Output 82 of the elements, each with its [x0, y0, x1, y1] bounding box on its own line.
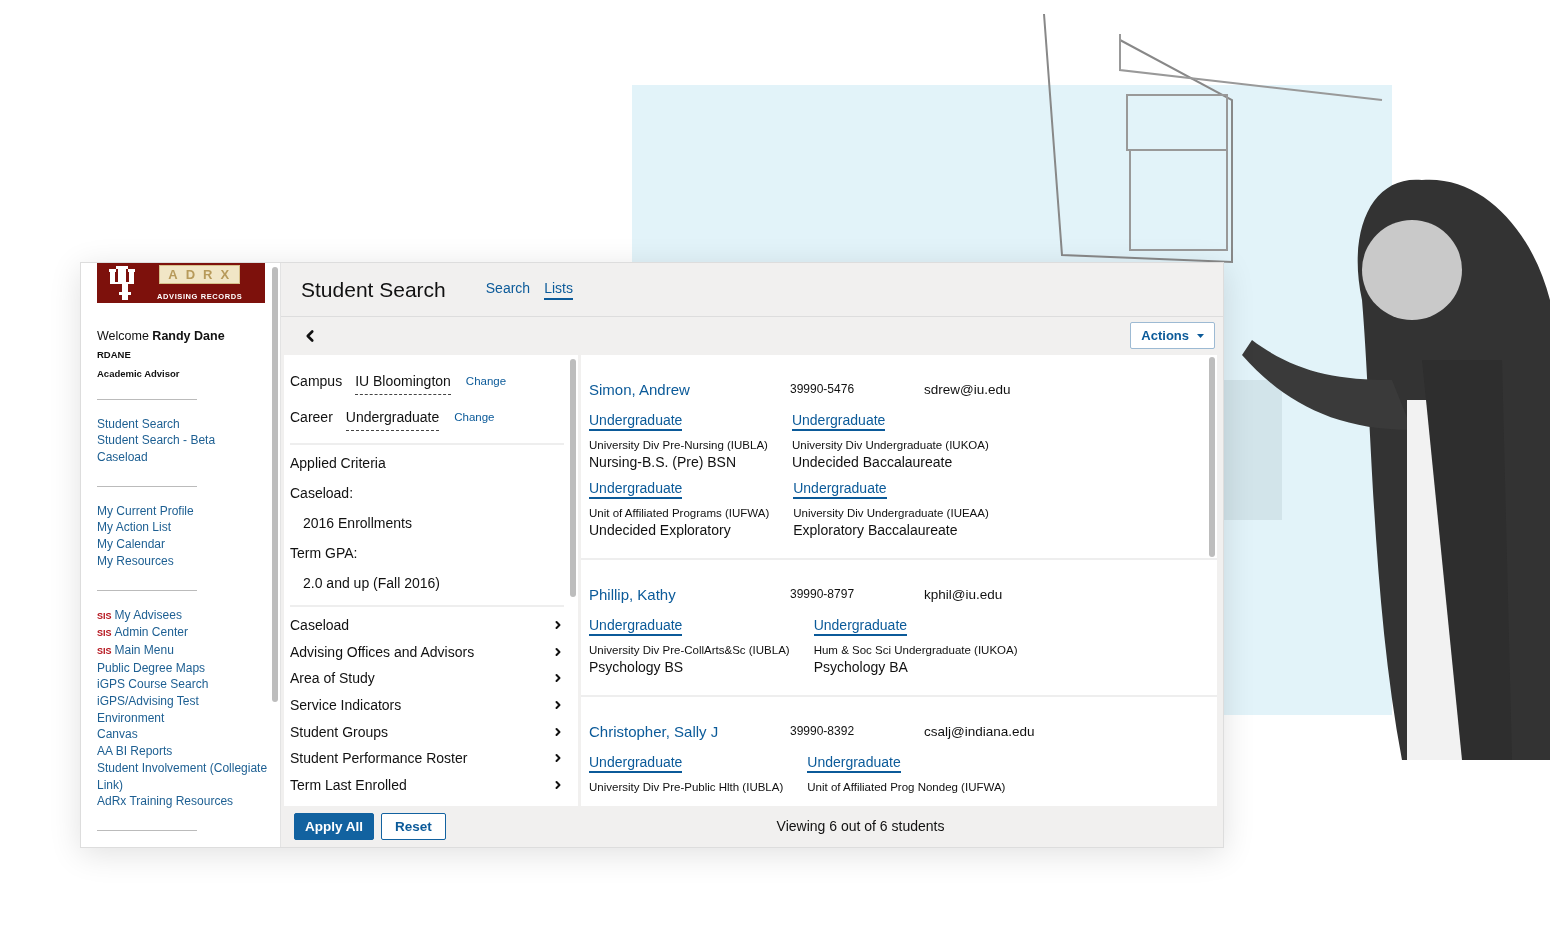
student-name[interactable]: Christopher, Sally J — [589, 722, 790, 740]
reset-button[interactable]: Reset — [381, 812, 446, 840]
filter-category[interactable]: Caseload — [290, 611, 564, 639]
change-link[interactable]: Change — [465, 372, 507, 387]
change-link[interactable]: Change — [454, 408, 495, 423]
program-org: University Div Undergraduate (IUEAA) — [793, 506, 989, 519]
student-id: 39990-5476 — [790, 382, 856, 397]
sidebar-link[interactable]: My Calendar — [97, 536, 269, 553]
career-link[interactable]: Undergraduate — [813, 616, 908, 636]
tab[interactable]: Search — [485, 279, 531, 300]
program-org: Unit of Affiliated Prog Nondeg (IUFWA) — [807, 780, 1006, 793]
sidebar-link[interactable]: My Resources — [97, 552, 269, 570]
career-link[interactable]: Undergraduate — [589, 411, 683, 431]
sidebar-link[interactable]: Caseload — [97, 449, 269, 466]
apply-all-button[interactable]: Apply All — [294, 812, 374, 840]
filter-category[interactable]: Student Performance Roster — [290, 745, 564, 772]
sidebar-link[interactable]: My Current Profile — [97, 502, 269, 520]
program-org: Unit of Affiliated Programs (IUFWA) — [589, 506, 770, 519]
sidebar-link[interactable]: SIS My Advisees — [97, 606, 269, 625]
criteria-label: Term GPA: — [290, 544, 359, 561]
result-count: Viewing 6 out of 6 students — [776, 818, 945, 835]
field-value: Undergraduate — [345, 408, 440, 431]
filter-category[interactable]: Service Indicators — [290, 691, 564, 719]
program-org: University Div Pre-Nursing (IUBLA) — [589, 438, 768, 451]
program-plan: Exploratory Baccalaureate — [793, 521, 958, 538]
student-id: 39990-8392 — [790, 724, 856, 739]
filter-category[interactable]: Term Last Enrolled — [290, 771, 564, 799]
filter-category[interactable]: Student Groups — [290, 718, 564, 746]
sidebar-link[interactable]: AdRx Training Resources — [97, 793, 269, 810]
student-email: csalj@indiana.edu — [924, 723, 1036, 739]
field-label: Career — [290, 408, 333, 425]
program-org: University Div Pre-Public Hlth (IUBLA) — [589, 780, 784, 793]
sidebar-link[interactable]: SIS Admin Center — [97, 624, 269, 642]
program-plan: Nursing-B.S. (Pre) BSN — [589, 453, 737, 470]
criteria-title: Applied Criteria — [290, 454, 387, 471]
sidebar-link[interactable]: iGPS/Advising Test Environment — [97, 693, 269, 727]
career-link[interactable]: Undergraduate — [589, 479, 683, 499]
career-link[interactable]: Undergraduate — [793, 479, 887, 499]
student-email: kphil@iu.edu — [924, 586, 1004, 602]
scrollbar[interactable] — [1209, 356, 1215, 557]
filter-category[interactable]: Area of Study — [290, 665, 564, 692]
sidebar-link[interactable]: Canvas — [97, 726, 269, 744]
career-link[interactable]: Undergraduate — [589, 616, 683, 636]
scrollbar[interactable] — [272, 267, 278, 702]
program-org: University Div Pre-CollArts&Sc (IUBLA) — [589, 643, 790, 656]
field-value: IU Bloomington — [355, 372, 451, 395]
scrollbar[interactable] — [570, 358, 576, 597]
program-plan: Undecided Exploratory — [589, 521, 731, 538]
program-org: University Div Undergraduate (IUKOA) — [791, 438, 989, 451]
program-org: Hum & Soc Sci Undergraduate (IUKOA) — [813, 643, 1018, 656]
student-name[interactable]: Simon, Andrew — [589, 380, 790, 398]
filter-category[interactable]: Advising Offices and Advisors — [290, 638, 564, 665]
program-plan: Psychology BS — [589, 658, 684, 675]
career-link[interactable]: Undergraduate — [589, 753, 683, 773]
trident-icon — [109, 265, 135, 300]
criteria-value: 2016 Enrollments — [303, 514, 413, 531]
sidebar-link[interactable]: Student Search — [97, 415, 269, 433]
logo-wordmark: ADRX — [159, 264, 241, 284]
program-plan: Psychology BA — [813, 658, 908, 675]
actions-button[interactable]: Actions — [1130, 322, 1215, 350]
sidebar-link[interactable]: My Action List — [97, 519, 269, 537]
field-label: Campus — [290, 372, 343, 389]
sidebar-link[interactable]: Student Involvement (Collegiate Link) — [97, 759, 269, 794]
username: RDANE — [97, 348, 132, 360]
criteria-label: Caseload: — [290, 484, 355, 501]
program-plan: Undecided Baccalaureate — [791, 453, 953, 470]
sidebar-link[interactable]: SIS Main Menu — [97, 641, 269, 660]
sidebar-link[interactable]: iGPS Course Search — [97, 676, 269, 694]
career-link[interactable]: Undergraduate — [807, 753, 901, 773]
page-title: Student Search — [301, 277, 446, 302]
user-role: Academic Advisor — [97, 367, 181, 379]
caret-icon — [1197, 333, 1204, 338]
criteria-value: 2.0 and up (Fall 2016) — [303, 574, 441, 591]
welcome-text: Welcome Randy Dane — [97, 328, 226, 343]
sidebar-link[interactable]: Student Search - Beta — [97, 432, 269, 450]
sidebar-link[interactable]: Public Degree Maps — [97, 659, 269, 677]
student-id: 39990-8797 — [790, 587, 856, 602]
tab[interactable]: Lists — [544, 279, 573, 300]
career-link[interactable]: Undergraduate — [791, 411, 886, 431]
student-name[interactable]: Phillip, Kathy — [589, 585, 790, 603]
sidebar-link[interactable]: AA BI Reports — [97, 743, 269, 760]
student-email: sdrew@iu.edu — [924, 381, 1012, 397]
